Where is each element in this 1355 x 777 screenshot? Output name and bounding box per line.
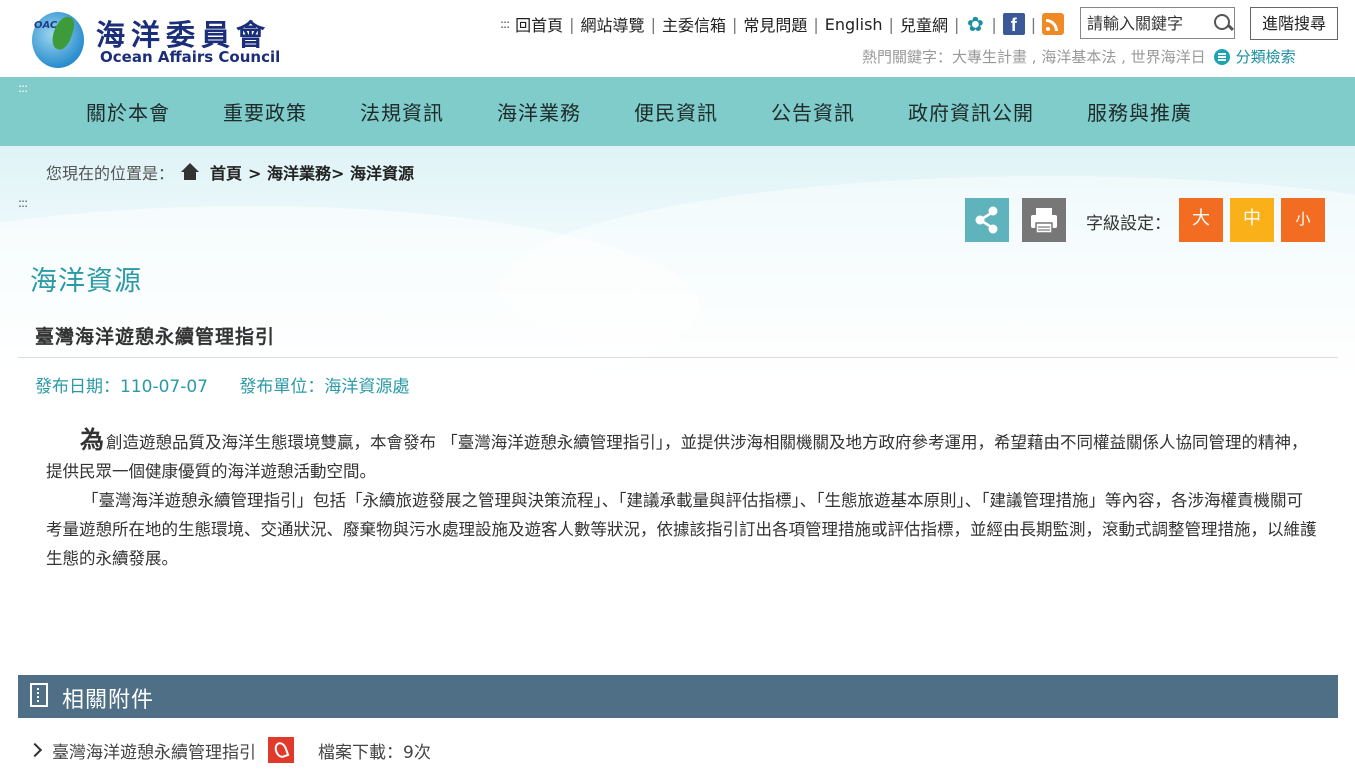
print-button[interactable]	[1022, 198, 1066, 242]
article-meta: 發布日期：110-07-07 發布單位：海洋資源處	[35, 372, 409, 397]
attachments-title: 相關附件	[62, 688, 155, 713]
link-faq[interactable]: 常見問題	[743, 12, 807, 36]
separator: |	[731, 14, 738, 34]
advanced-search-button[interactable]: 進階搜尋	[1250, 7, 1338, 40]
print-icon	[1031, 208, 1057, 234]
publish-unit: 發布單位：海洋資源處	[239, 377, 410, 397]
gear-icon[interactable]: ✿	[965, 14, 985, 34]
separator: |	[1030, 14, 1037, 34]
breadcrumb-trail[interactable]: > 海洋業務> 海洋資源	[248, 160, 414, 184]
nav-item-policy[interactable]: 重要政策	[223, 97, 307, 126]
chevron-right-icon	[27, 742, 43, 758]
section-title: 海洋資源	[30, 266, 142, 297]
link-english[interactable]: English	[825, 15, 883, 34]
page-title: 臺灣海洋遊憩永續管理指引	[35, 326, 276, 348]
zip-file-icon	[30, 683, 48, 707]
site-logo[interactable]: OAC 海洋委員會 Ocean Affairs Council	[32, 10, 292, 70]
link-sitemap[interactable]: 網站導覽	[581, 12, 645, 36]
separator: |	[953, 14, 960, 34]
main-nav: ::: 關於本會 重要政策 法規資訊 海洋業務 便民資訊 公告資訊 政府資訊公開…	[0, 77, 1355, 146]
hot-keywords-label: 熱門關鍵字：	[862, 48, 953, 66]
home-icon	[180, 163, 200, 181]
wave-decoration	[500, 176, 1355, 376]
divider	[18, 357, 1338, 358]
site-header: OAC 海洋委員會 Ocean Affairs Council ::: 回首頁 |…	[0, 0, 1355, 77]
rss-icon[interactable]	[1042, 13, 1065, 35]
logo-english-name: Ocean Affairs Council	[100, 48, 281, 66]
accesskey-nav[interactable]: :::	[18, 81, 28, 95]
nav-item-public-info[interactable]: 便民資訊	[634, 97, 718, 126]
publish-date: 發布日期：110-07-07	[35, 377, 208, 397]
link-minister-mailbox[interactable]: 主委信箱	[662, 12, 726, 36]
facebook-icon[interactable]: f	[1002, 13, 1025, 35]
search-box	[1080, 7, 1235, 39]
hot-keywords-links[interactable]: 大專生計畫 , 海洋基本法 , 世界海洋日	[952, 46, 1206, 67]
breadcrumb-home[interactable]: 首頁	[210, 160, 242, 184]
logo-mark: OAC	[34, 20, 58, 31]
separator: |	[569, 14, 575, 34]
link-home[interactable]: 回首頁	[515, 12, 563, 36]
separator: |	[813, 14, 819, 34]
separator: |	[888, 14, 894, 34]
separator: |	[991, 14, 997, 34]
category-search-link[interactable]: 分類檢索	[1236, 46, 1296, 67]
pdf-icon[interactable]	[268, 737, 294, 763]
share-button[interactable]	[965, 198, 1009, 242]
download-count: 檔案下載：9次	[318, 742, 431, 763]
accesskey-content[interactable]: :::	[18, 196, 28, 210]
paragraph-1-text: 創造遊憩品質及海洋生態環境雙贏，本會發布 「臺灣海洋遊憩永續管理指引」，並提供涉…	[46, 433, 1308, 481]
nav-item-regulations[interactable]: 法規資訊	[360, 97, 444, 126]
top-links: ::: 回首頁 | 網站導覽 | 主委信箱 | 常見問題 | English | 兒童網 |…	[500, 12, 1065, 36]
search-input[interactable]	[1081, 8, 1211, 38]
search-icon[interactable]	[1213, 13, 1233, 33]
link-kids[interactable]: 兒童網	[900, 12, 948, 36]
nav-items: 關於本會 重要政策 法規資訊 海洋業務 便民資訊 公告資訊 政府資訊公開 服務與…	[86, 77, 1192, 146]
nav-item-gov-info[interactable]: 政府資訊公開	[908, 97, 1034, 126]
paragraph: 為創造遊憩品質及海洋生態環境雙贏，本會發布 「臺灣海洋遊憩永續管理指引」，並提供…	[46, 426, 1318, 486]
attachment-link[interactable]: 臺灣海洋遊憩永續管理指引	[52, 738, 256, 763]
nav-item-ocean-affairs[interactable]: 海洋業務	[497, 97, 581, 126]
attachment-item: 臺灣海洋遊憩永續管理指引 檔案下載：9次	[27, 737, 431, 763]
dropcap: 為	[80, 426, 104, 454]
nav-item-announcements[interactable]: 公告資訊	[771, 97, 855, 126]
font-size-large-button[interactable]: 大	[1179, 198, 1223, 242]
article-body: 為創造遊憩品質及海洋生態環境雙贏，本會發布 「臺灣海洋遊憩永續管理指引」，並提供…	[46, 426, 1318, 573]
attachments-header: 相關附件	[18, 675, 1338, 718]
font-size-medium-button[interactable]: 中	[1230, 198, 1274, 242]
share-icon	[975, 206, 998, 234]
separator: |	[650, 14, 656, 34]
nav-item-about[interactable]: 關於本會	[86, 97, 170, 126]
category-icon	[1213, 48, 1230, 65]
nav-item-services[interactable]: 服務與推廣	[1087, 97, 1192, 126]
hot-keywords: 熱門關鍵字： 大專生計畫 , 海洋基本法 , 世界海洋日 分類檢索	[862, 46, 1296, 67]
breadcrumb-label: 您現在的位置是：	[46, 164, 175, 183]
breadcrumb: 您現在的位置是： 首頁 > 海洋業務> 海洋資源	[46, 160, 414, 184]
font-size-label: 字級設定：	[1086, 214, 1171, 234]
accesskey-top[interactable]: :::	[500, 17, 510, 31]
paragraph-2: 「臺灣海洋遊憩永續管理指引」包括「永續旅遊發展之管理與決策流程」、「建議承載量與…	[46, 491, 1317, 568]
font-size-small-button[interactable]: 小	[1281, 198, 1325, 242]
